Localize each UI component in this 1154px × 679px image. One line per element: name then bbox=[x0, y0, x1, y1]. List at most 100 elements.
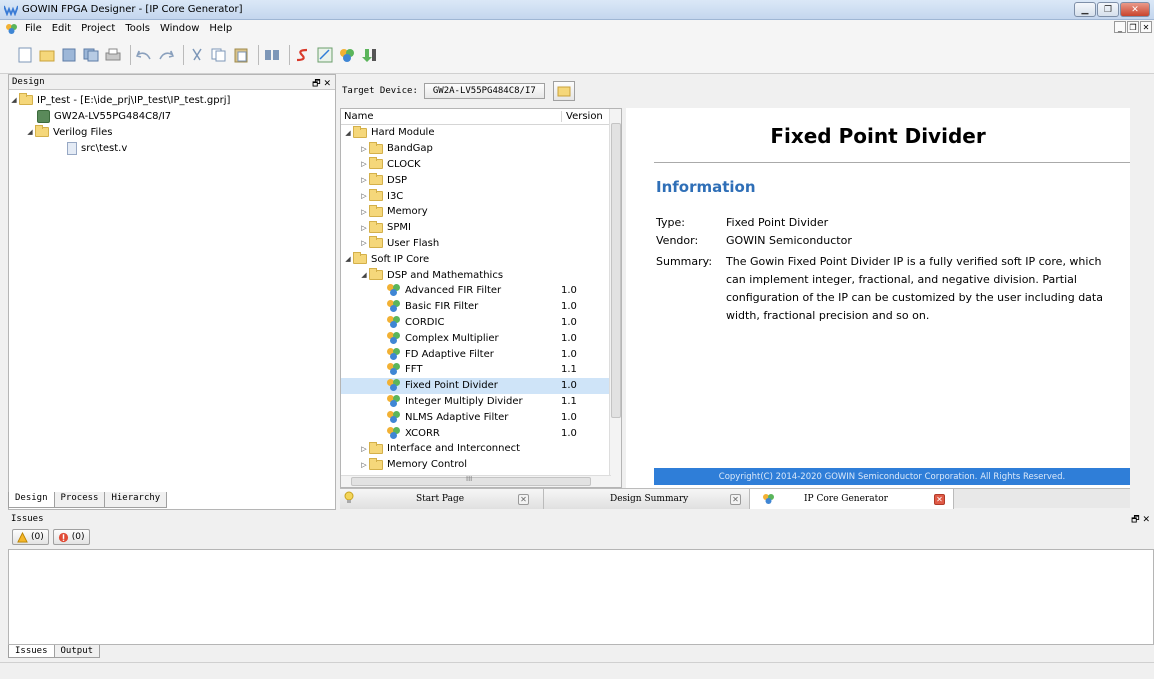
collapse-arrow-icon[interactable]: ◢ bbox=[343, 255, 353, 263]
tree-hard-item[interactable]: ▷ CLOCK bbox=[341, 157, 621, 173]
tree-ip-item[interactable]: FD Adaptive Filter 1.0 bbox=[341, 346, 621, 362]
place-route-icon[interactable] bbox=[316, 46, 334, 64]
warnings-filter-button[interactable]: (0) bbox=[12, 529, 49, 545]
minimize-button[interactable]: ▁ bbox=[1074, 2, 1096, 17]
tree-hard-item[interactable]: ▷ BandGap bbox=[341, 141, 621, 157]
close-button[interactable]: ✕ bbox=[1120, 2, 1150, 17]
tree-hard-module[interactable]: ◢ Hard Module bbox=[341, 125, 621, 141]
tab-ip-core-generator[interactable]: IP Core Generator ✕ bbox=[750, 489, 954, 509]
cut-icon[interactable] bbox=[188, 46, 206, 64]
ip-item-version: 1.1 bbox=[561, 395, 577, 407]
expand-arrow-icon[interactable]: ▷ bbox=[359, 224, 369, 232]
maximize-button[interactable]: ❐ bbox=[1097, 2, 1119, 17]
find-icon[interactable] bbox=[263, 46, 281, 64]
column-header-name[interactable]: Name bbox=[341, 111, 561, 122]
ip-core-generator-icon[interactable] bbox=[338, 46, 356, 64]
tree-ip-item[interactable]: Advanced FIR Filter 1.0 bbox=[341, 283, 621, 299]
save-all-icon[interactable] bbox=[82, 46, 100, 64]
paste-icon[interactable] bbox=[232, 46, 250, 64]
print-icon[interactable] bbox=[104, 46, 122, 64]
expand-arrow-icon[interactable]: ▷ bbox=[359, 461, 369, 469]
collapse-arrow-icon[interactable]: ◢ bbox=[359, 271, 369, 279]
expand-arrow-icon[interactable]: ▷ bbox=[359, 145, 369, 153]
tab-start-page[interactable]: Start Page ✕ bbox=[340, 489, 544, 509]
collapse-arrow-icon[interactable]: ◢ bbox=[25, 128, 35, 136]
tab-design-summary[interactable]: Design Summary ✕ bbox=[544, 489, 750, 509]
tree-dsp-math[interactable]: ◢ DSP and Mathemathics bbox=[341, 267, 621, 283]
tree-hard-item[interactable]: ▷ I3C bbox=[341, 188, 621, 204]
target-device-button[interactable]: GW2A-LV55PG484C8/I7 bbox=[423, 83, 545, 99]
information-heading: Information bbox=[656, 178, 756, 196]
tab-process[interactable]: Process bbox=[53, 492, 106, 508]
hard-item-label: CLOCK bbox=[387, 158, 421, 170]
expand-arrow-icon[interactable]: ▷ bbox=[359, 176, 369, 184]
tab-issues[interactable]: Issues bbox=[8, 645, 55, 658]
tree-ip-item[interactable]: Complex Multiplier 1.0 bbox=[341, 330, 621, 346]
project-folder-icon bbox=[19, 93, 33, 105]
close-tab-icon[interactable]: ✕ bbox=[934, 493, 945, 505]
mdi-minimize-button[interactable]: _ bbox=[1114, 21, 1126, 33]
new-file-icon[interactable] bbox=[16, 46, 34, 64]
ip-item-version: 1.0 bbox=[561, 411, 577, 423]
tree-ip-item[interactable]: NLMS Adaptive Filter 1.0 bbox=[341, 409, 621, 425]
tree-ip-item[interactable]: CORDIC 1.0 bbox=[341, 315, 621, 331]
issues-list[interactable] bbox=[8, 549, 1154, 645]
tree-interface[interactable]: ▷ Interface and Interconnect bbox=[341, 441, 621, 457]
app-menu-icon[interactable] bbox=[4, 21, 18, 35]
mdi-close-button[interactable]: ✕ bbox=[1140, 21, 1152, 33]
program-device-icon[interactable] bbox=[360, 46, 378, 64]
tree-hard-item[interactable]: ▷ Memory bbox=[341, 204, 621, 220]
tree-ip-item[interactable]: FFT 1.1 bbox=[341, 362, 621, 378]
tree-device[interactable]: GW2A-LV55PG484C8/I7 bbox=[9, 108, 335, 124]
tree-ip-item[interactable]: Integer Multiply Divider 1.1 bbox=[341, 394, 621, 410]
panel-float-close-controls[interactable]: 🗗 ✕ bbox=[1131, 512, 1150, 528]
menu-edit[interactable]: Edit bbox=[47, 23, 76, 34]
column-header-version[interactable]: Version bbox=[561, 111, 609, 122]
menu-window[interactable]: Window bbox=[155, 23, 204, 34]
expand-arrow-icon[interactable]: ▷ bbox=[359, 208, 369, 216]
menu-file[interactable]: File bbox=[20, 23, 47, 34]
mdi-restore-button[interactable]: ❐ bbox=[1127, 21, 1139, 33]
expand-arrow-icon[interactable]: ▷ bbox=[359, 160, 369, 168]
collapse-arrow-icon[interactable]: ◢ bbox=[9, 96, 19, 104]
tab-output[interactable]: Output bbox=[53, 645, 101, 658]
undo-icon[interactable] bbox=[135, 46, 153, 64]
ip-tree-vertical-scrollbar[interactable] bbox=[609, 109, 621, 487]
open-folder-icon[interactable] bbox=[38, 46, 56, 64]
scroll-thumb[interactable] bbox=[611, 123, 621, 418]
tree-memory-control[interactable]: ▷ Memory Control bbox=[341, 457, 621, 473]
expand-arrow-icon[interactable]: ▷ bbox=[359, 192, 369, 200]
tree-project[interactable]: ◢ IP_test - [E:\ide_prj\IP_test\IP_test.… bbox=[9, 92, 335, 108]
tree-soft-ip-core[interactable]: ◢ Soft IP Core bbox=[341, 251, 621, 267]
folder-icon bbox=[369, 141, 383, 154]
panel-float-close-controls[interactable]: 🗗 ✕ bbox=[312, 76, 331, 92]
menu-project[interactable]: Project bbox=[76, 23, 120, 34]
tree-ip-item[interactable]: XCORR 1.0 bbox=[341, 425, 621, 441]
tree-file[interactable]: src\test.v bbox=[9, 140, 335, 156]
menu-tools[interactable]: Tools bbox=[120, 23, 155, 34]
expand-arrow-icon[interactable]: ▷ bbox=[359, 445, 369, 453]
synthesize-icon[interactable] bbox=[294, 46, 312, 64]
tree-hard-item[interactable]: ▷ SPMI bbox=[341, 220, 621, 236]
tab-hierarchy[interactable]: Hierarchy bbox=[104, 492, 168, 508]
tree-verilog-files[interactable]: ◢ Verilog Files bbox=[9, 124, 335, 140]
tab-design[interactable]: Design bbox=[8, 492, 55, 508]
ip-item-version: 1.0 bbox=[561, 285, 577, 297]
select-device-folder-button[interactable] bbox=[552, 81, 575, 101]
close-tab-icon[interactable]: ✕ bbox=[518, 493, 529, 505]
ip-tree-horizontal-scrollbar[interactable]: III bbox=[341, 475, 611, 487]
expand-arrow-icon[interactable]: ▷ bbox=[359, 239, 369, 247]
close-tab-icon[interactable]: ✕ bbox=[730, 493, 741, 505]
collapse-arrow-icon[interactable]: ◢ bbox=[343, 129, 353, 137]
redo-icon[interactable] bbox=[157, 46, 175, 64]
title-bar: GOWIN FPGA Designer - [IP Core Generator… bbox=[0, 0, 1154, 20]
tree-hard-item[interactable]: ▷ User Flash bbox=[341, 236, 621, 252]
errors-filter-button[interactable]: (0) bbox=[52, 529, 90, 545]
tree-hard-item[interactable]: ▷ DSP bbox=[341, 172, 621, 188]
menu-help[interactable]: Help bbox=[204, 23, 237, 34]
save-icon[interactable] bbox=[60, 46, 78, 64]
copy-icon[interactable] bbox=[210, 46, 228, 64]
tree-ip-item[interactable]: Fixed Point Divider 1.0 bbox=[341, 377, 621, 394]
tree-ip-item[interactable]: Basic FIR Filter 1.0 bbox=[341, 299, 621, 315]
ip-item-label: Fixed Point Divider bbox=[405, 380, 498, 392]
